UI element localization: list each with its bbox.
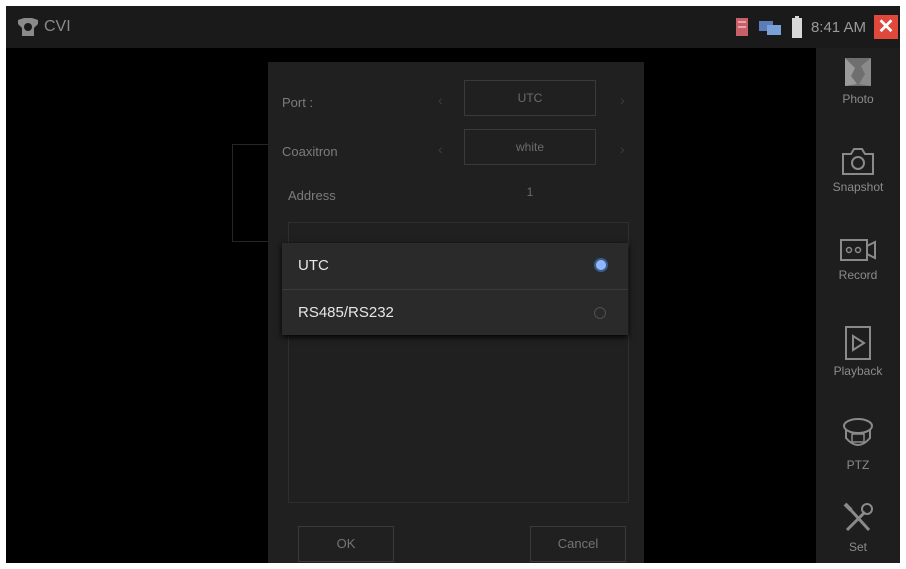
coaxitron-next-arrow[interactable]: ›	[620, 141, 625, 157]
sidebar-item-photo[interactable]: Photo	[816, 48, 900, 128]
sidebar-label: Record	[838, 268, 878, 282]
radio-selected-icon[interactable]	[596, 260, 606, 270]
option-label: UTC	[298, 257, 329, 274]
port-label: Port :	[282, 95, 314, 110]
sidebar-item-set[interactable]: Set	[816, 494, 900, 563]
playback-icon	[845, 326, 871, 360]
ptz-icon	[843, 418, 873, 446]
status-area: 8:41 AM ✕	[735, 12, 900, 42]
ok-button[interactable]: OK	[298, 526, 394, 562]
photo-icon	[845, 58, 871, 86]
coaxitron-prev-arrow[interactable]: ‹	[438, 141, 443, 157]
app-title: CVI	[44, 18, 71, 35]
sidebar-label: Snapshot	[832, 180, 884, 194]
camera-icon	[842, 148, 874, 175]
battery-icon	[791, 16, 802, 38]
inner-frame-bottom	[288, 502, 629, 503]
sidebar-item-playback[interactable]: Playback	[816, 318, 900, 398]
tools-icon	[843, 502, 873, 532]
sidebar-label: Set	[848, 540, 867, 554]
device-screen: CVI 8:41 AM ✕ Port : ‹ UTC › Coaxitron ‹…	[6, 6, 900, 563]
camera-logo-icon	[18, 18, 38, 36]
sidebar-item-record[interactable]: Record	[816, 228, 900, 308]
coaxitron-label: Coaxitron	[282, 144, 338, 159]
radio-unselected-icon[interactable]	[594, 307, 606, 319]
top-status-bar: CVI 8:41 AM ✕	[6, 6, 900, 48]
sidebar-label: Playback	[833, 364, 883, 378]
port-value[interactable]: UTC	[464, 80, 596, 116]
inner-frame-top	[288, 222, 628, 223]
clock: 8:41 AM	[810, 18, 866, 36]
sidebar-item-snapshot[interactable]: Snapshot	[816, 138, 900, 218]
record-icon	[840, 239, 876, 261]
option-label: RS485/RS232	[298, 304, 394, 321]
sidebar-label: PTZ	[846, 458, 870, 472]
sd-card-icon	[735, 18, 748, 36]
option-utc[interactable]: UTC	[282, 243, 628, 288]
network-icon	[758, 21, 781, 35]
option-rs485-rs232[interactable]: RS485/RS232	[282, 290, 628, 335]
inner-frame-right	[628, 222, 629, 502]
close-button[interactable]: ✕	[874, 15, 898, 39]
right-toolbar: Photo Snapshot Record Playback PTZ Set	[816, 48, 900, 563]
port-prev-arrow[interactable]: ‹	[438, 92, 443, 108]
address-value[interactable]: 1	[464, 174, 596, 210]
coaxitron-value[interactable]: white	[464, 129, 596, 165]
cancel-button[interactable]: Cancel	[530, 526, 626, 562]
sidebar-label: Photo	[842, 92, 874, 106]
port-next-arrow[interactable]: ›	[620, 92, 625, 108]
address-label: Address	[288, 188, 336, 203]
port-options-popup: UTC RS485/RS232	[282, 243, 628, 335]
sidebar-item-ptz[interactable]: PTZ	[816, 410, 900, 490]
